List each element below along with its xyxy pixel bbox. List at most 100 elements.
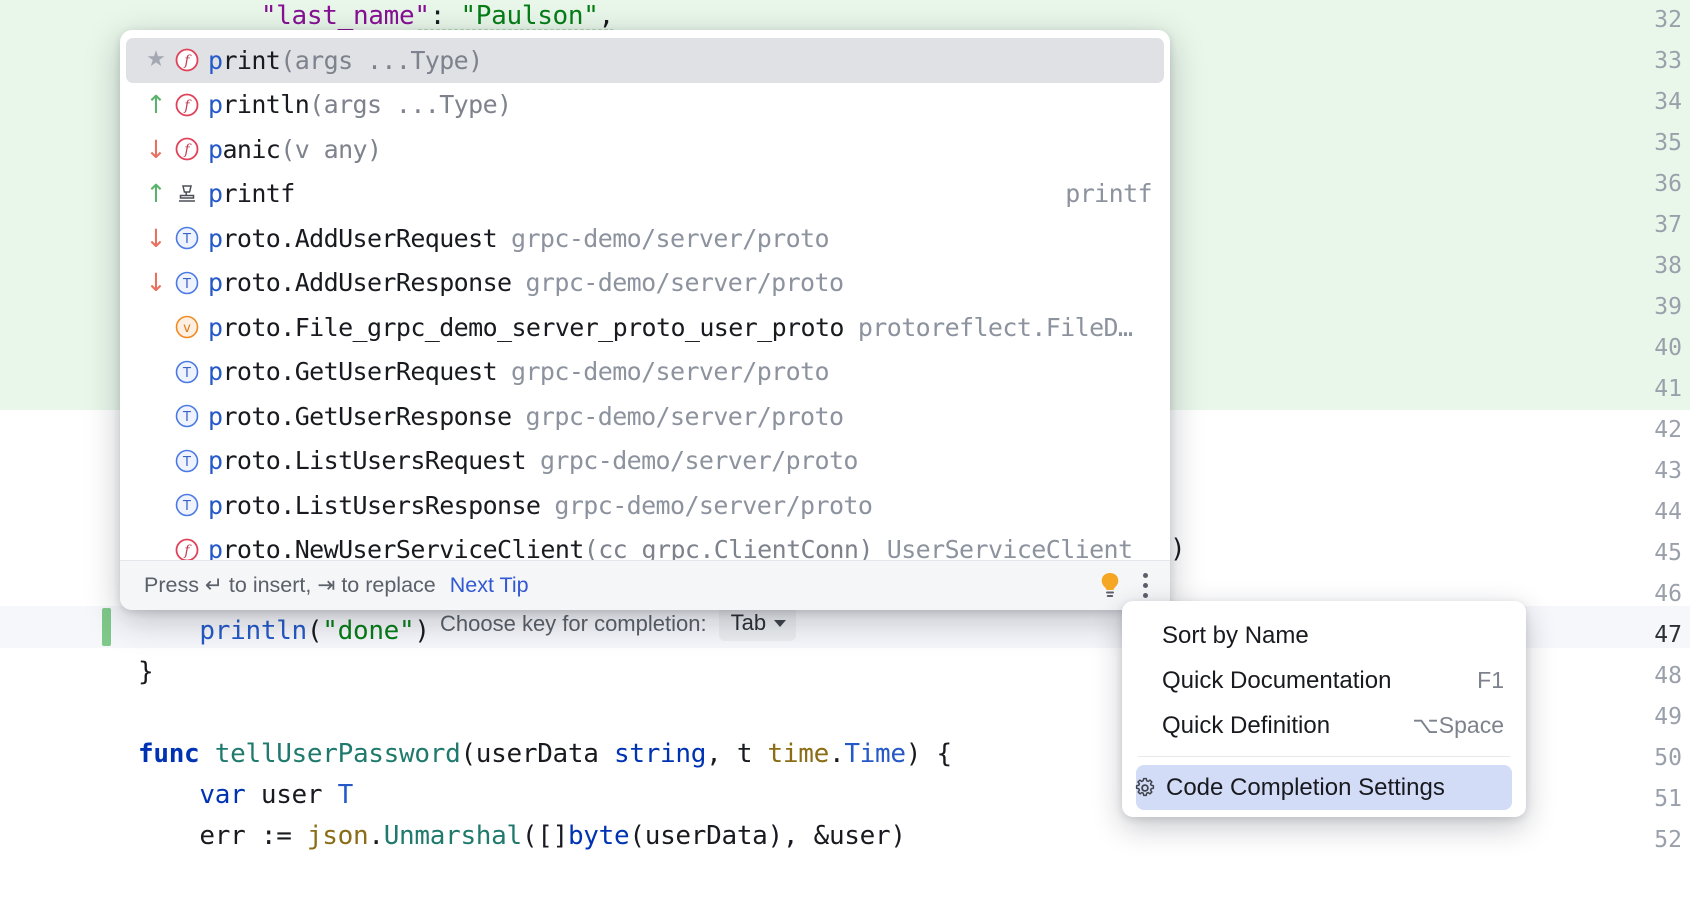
completion-item-list-users-request[interactable]: ↑ T proto.ListUsersRequest grpc-demo/ser… [120, 439, 1170, 484]
params-b: , t [706, 739, 768, 769]
completion-item-println[interactable]: ↑ f println(args ...Type) [120, 83, 1170, 128]
item-package: grpc-demo/server/proto [525, 268, 844, 298]
package-time: time [767, 739, 830, 769]
completion-label: print(args ...Type) [208, 48, 483, 73]
line-number: 52 [1654, 827, 1682, 853]
menu-item-label: Code Completion Settings [1166, 773, 1445, 801]
type-icon: T [172, 359, 202, 385]
keyword-var: var [199, 780, 246, 810]
completion-item-print[interactable]: ★ f print(args ...Type) [126, 38, 1164, 83]
menu-item-quick-documentation[interactable]: Quick Documentation F1 [1122, 658, 1526, 703]
item-name: roto.NewUserServiceClient [222, 535, 584, 560]
vcs-change-marker[interactable] [102, 608, 111, 646]
menu-item-shortcut: F1 [1477, 667, 1504, 693]
type-icon: T [172, 403, 202, 429]
choose-completion-key-hint: Choose key for completion: Tab [440, 606, 797, 641]
params-c: ) { [905, 739, 952, 769]
line-number: 37 [1654, 212, 1682, 238]
item-name: roto.GetUserResponse [222, 401, 512, 431]
type-t: T [337, 780, 354, 810]
code-line-50: func tellUserPassword(userData string, t… [138, 734, 952, 775]
completion-item-new-user-service-client[interactable]: ↑ f proto.NewUserServiceClient(cc grpc.C… [120, 528, 1170, 560]
completion-label: printf [208, 181, 295, 206]
completion-item-add-user-response[interactable]: ↓ T proto.AddUserResponse grpc-demo/serv… [120, 261, 1170, 306]
next-tip-link[interactable]: Next Tip [450, 573, 529, 598]
paren-close: ) [414, 616, 430, 646]
line-number: 39 [1654, 294, 1682, 320]
menu-item-code-completion-settings[interactable]: Code Completion Settings [1135, 765, 1512, 810]
completion-list[interactable]: ★ f print(args ...Type) ↑ f println(args… [120, 38, 1170, 560]
completion-label: proto.File_grpc_demo_server_proto_user_p… [208, 315, 844, 340]
lightbulb-icon[interactable] [1098, 571, 1122, 601]
dot: . [828, 739, 845, 769]
completion-label: proto.NewUserServiceClient(cc grpc.Clien… [208, 537, 873, 560]
completion-item-add-user-request[interactable]: ↓ T proto.AddUserRequest grpc-demo/serve… [120, 216, 1170, 261]
menu-item-label: Quick Documentation [1162, 666, 1392, 694]
menu-item-shortcut: ⌥Space [1412, 712, 1504, 738]
completion-item-printf[interactable]: ↑ printf printf [120, 172, 1170, 217]
function-icon: f [172, 92, 202, 118]
type-time: Time [844, 739, 906, 769]
matched-prefix: p [208, 90, 223, 120]
type-icon: T [172, 448, 202, 474]
line-number: 49 [1654, 704, 1682, 730]
completion-item-file-grpc-demo[interactable]: ↑ v proto.File_grpc_demo_server_proto_us… [120, 305, 1170, 350]
completion-item-get-user-response[interactable]: ↑ T proto.GetUserResponse grpc-demo/serv… [120, 394, 1170, 439]
item-name: roto.ListUsersRequest [222, 446, 526, 476]
fn-name: println [199, 616, 307, 646]
completion-key-dropdown[interactable]: Tab [718, 606, 797, 641]
code-completion-popup[interactable]: ★ f print(args ...Type) ↑ f println(args… [120, 30, 1170, 610]
menu-item-label: Quick Definition [1162, 711, 1331, 739]
line-number: 45 [1654, 540, 1682, 566]
completion-options-context-menu[interactable]: Sort by Name Quick Documentation F1 Quic… [1122, 601, 1526, 817]
function-name: tellUserPassword [199, 739, 461, 769]
completion-label: proto.ListUsersResponse [208, 490, 541, 520]
matched-prefix: p [208, 45, 223, 75]
function-icon: f [172, 47, 202, 73]
item-name: rint [222, 45, 281, 75]
menu-item-quick-definition[interactable]: Quick Definition ⌥Space [1122, 703, 1526, 748]
footer-actions [1098, 571, 1148, 601]
type-icon: T [172, 492, 202, 518]
menu-item-label: Sort by Name [1162, 621, 1309, 649]
params-a: (userData [460, 739, 614, 769]
matched-prefix: p [208, 357, 223, 387]
json-key: "last_name" [260, 1, 430, 31]
item-package: grpc-demo/server/proto [554, 490, 873, 520]
item-signature: (args ...Type) [280, 45, 483, 75]
matched-prefix: p [208, 312, 223, 342]
gear-icon [1132, 776, 1158, 800]
line-number: 41 [1654, 376, 1682, 402]
no-arrow-icon: ↑ [144, 448, 168, 473]
menu-item-sort-by-name[interactable]: Sort by Name [1122, 613, 1526, 658]
item-name: roto.AddUserRequest [222, 223, 498, 253]
no-arrow-icon: ↑ [144, 493, 168, 518]
matched-prefix: p [208, 490, 223, 520]
arrow-up-icon: ↑ [145, 90, 167, 120]
completion-item-get-user-request[interactable]: ↑ T proto.GetUserRequest grpc-demo/serve… [120, 350, 1170, 395]
arrow-down-icon: ↓ [145, 223, 167, 253]
line-number: 48 [1654, 663, 1682, 689]
matched-prefix: p [208, 134, 223, 164]
completion-item-panic[interactable]: ↓ f panic(v any) [120, 127, 1170, 172]
dot: . [368, 821, 384, 851]
variable-icon: v [172, 314, 202, 340]
completion-label: println(args ...Type) [208, 92, 512, 117]
code-line-48: } [138, 652, 154, 693]
line-number: 34 [1654, 89, 1682, 115]
completion-popup-footer: Press ↵ to insert, ⇥ to replace Next Tip [120, 560, 1170, 610]
matched-prefix: p [208, 535, 223, 560]
code-line-45: ) [1170, 529, 1186, 570]
ide-editor-window: 32 33 34 35 36 37 38 39 40 41 42 43 44 4… [0, 0, 1690, 918]
matched-prefix: p [208, 223, 223, 253]
item-package: grpc-demo/server/proto [511, 357, 830, 387]
completion-item-list-users-response[interactable]: ↑ T proto.ListUsersResponse grpc-demo/se… [120, 483, 1170, 528]
no-arrow-icon: ↑ [144, 315, 168, 340]
svg-text:T: T [182, 366, 191, 381]
assign: err := [199, 821, 307, 851]
line-number-current: 47 [1654, 622, 1682, 648]
more-options-icon[interactable] [1142, 573, 1148, 598]
